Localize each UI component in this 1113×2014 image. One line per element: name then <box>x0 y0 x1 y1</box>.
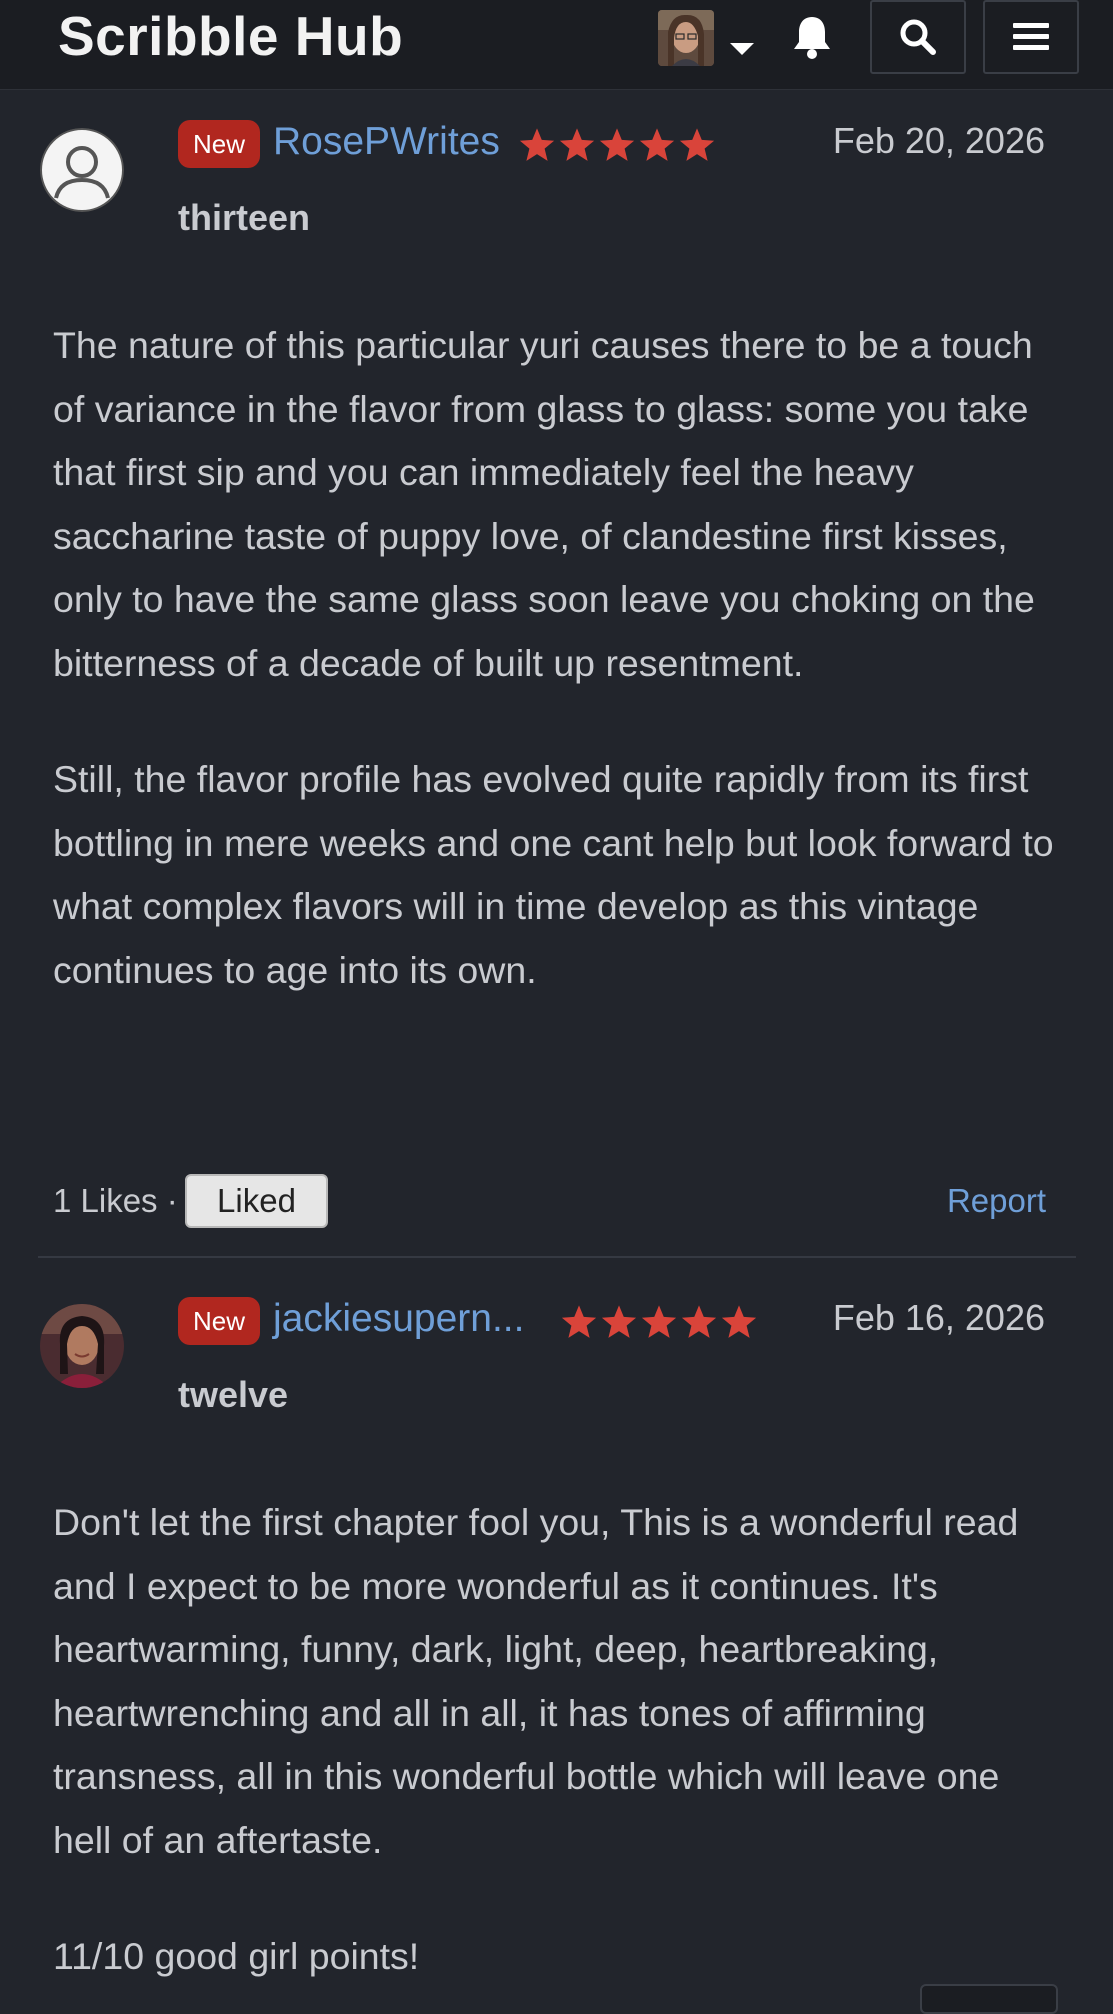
rating-stars <box>518 126 716 166</box>
likes-count: 1 Likes · <box>53 1182 178 1219</box>
user-menu-toggle[interactable] <box>658 10 758 66</box>
star-icon <box>601 1305 637 1338</box>
review-date: Feb 20, 2026 <box>832 120 1045 161</box>
bell-icon[interactable] <box>790 14 834 60</box>
review-body: Don't let the first chapter fool you, Th… <box>53 1491 1063 1989</box>
review-paragraph: 11/10 good girl points! <box>53 1935 420 1977</box>
star-icon <box>679 128 715 161</box>
search-icon <box>900 19 936 55</box>
star-icon <box>721 1305 757 1338</box>
liked-button[interactable]: Liked <box>185 1174 328 1228</box>
review-paragraph: The nature of this particular yuri cause… <box>53 324 1035 684</box>
star-icon <box>559 128 595 161</box>
avatar[interactable] <box>40 128 124 212</box>
review-date: Feb 16, 2026 <box>832 1297 1045 1338</box>
rating-stars <box>560 1303 758 1343</box>
user-avatar[interactable] <box>658 10 714 66</box>
new-badge: New <box>178 1297 261 1345</box>
star-icon <box>681 1305 717 1338</box>
likes-row: 1 Likes · Liked Report <box>53 1172 1063 1228</box>
star-icon <box>639 128 675 161</box>
review-chapter[interactable]: twelve <box>178 1374 288 1416</box>
star-icon <box>641 1305 677 1338</box>
site-logo[interactable]: Scribble Hub <box>58 4 403 68</box>
review-paragraph: Still, the flavor profile has evolved qu… <box>53 758 1054 991</box>
search-button[interactable] <box>870 0 966 74</box>
partial-button[interactable] <box>920 1984 1058 2014</box>
review-paragraph: Don't let the first chapter fool you, Th… <box>53 1501 1019 1861</box>
review-username[interactable]: RosePWrites <box>273 120 500 164</box>
star-icon <box>561 1305 597 1338</box>
review-chapter[interactable]: thirteen <box>178 197 310 239</box>
star-icon <box>519 128 555 161</box>
hamburger-menu-icon <box>1013 23 1049 50</box>
avatar[interactable] <box>40 1304 124 1388</box>
review-body: The nature of this particular yuri cause… <box>53 314 1063 1002</box>
menu-button[interactable] <box>983 0 1079 74</box>
caret-down-icon[interactable] <box>730 43 754 55</box>
report-link[interactable]: Report <box>947 1182 1046 1220</box>
top-navigation-bar: Scribble Hub <box>0 0 1113 90</box>
review-divider <box>38 1256 1076 1258</box>
new-badge: New <box>178 120 261 168</box>
star-icon <box>599 128 635 161</box>
review-username[interactable]: jackiesupern... <box>273 1297 524 1341</box>
